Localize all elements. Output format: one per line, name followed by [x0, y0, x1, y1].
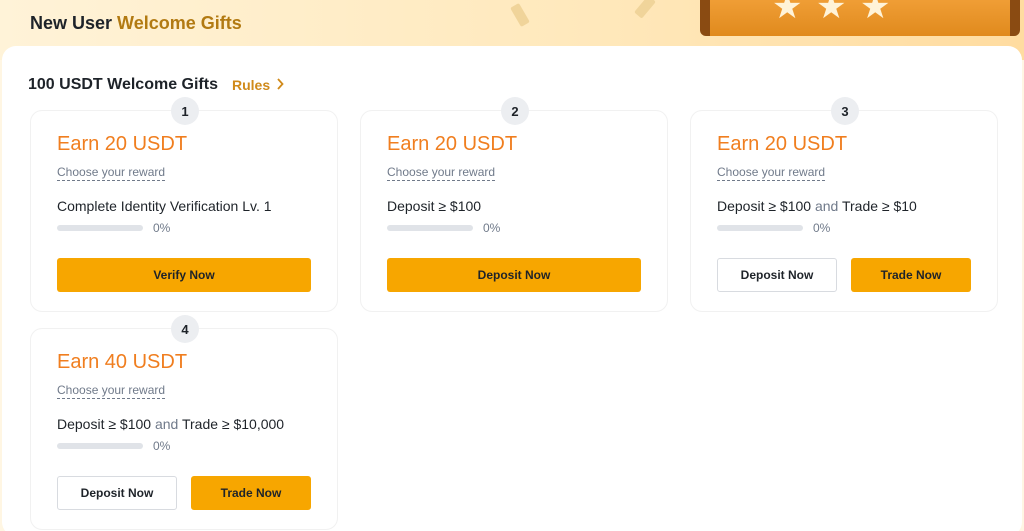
deposit-now-button[interactable]: Deposit Now	[57, 476, 177, 510]
step-badge: 3	[831, 97, 859, 125]
step-badge: 2	[501, 97, 529, 125]
section-title: 100 USDT Welcome Gifts	[28, 76, 218, 93]
banner-title-part1: New User	[30, 13, 118, 33]
banner-title: New User Welcome Gifts	[30, 13, 242, 34]
task-deposit: Deposit ≥ $100	[717, 198, 812, 214]
trade-now-button[interactable]: Trade Now	[191, 476, 311, 510]
rules-label: Rules	[231, 77, 271, 93]
task-card-1: 1 Earn 20 USDT Choose your reward Comple…	[30, 97, 338, 312]
earn-amount: Earn 20 USDT	[717, 133, 848, 155]
banner-title-part2: Welcome Gifts	[117, 13, 242, 33]
task-and: and	[154, 416, 179, 432]
task-description: Deposit ≥ $100 and Trade ≥ $10,000	[57, 416, 284, 432]
trade-now-button[interactable]: Trade Now	[851, 258, 971, 292]
confetti-decoration	[634, 0, 656, 19]
task-card-2: 2 Earn 20 USDT Choose your reward Deposi…	[360, 97, 668, 312]
step-badge: 1	[171, 97, 199, 125]
deposit-now-button[interactable]: Deposit Now	[387, 258, 641, 292]
verify-now-button[interactable]: Verify Now	[57, 258, 311, 292]
gift-box-illustration: ★ ★ ★	[700, 0, 1020, 36]
earn-amount: Earn 20 USDT	[57, 133, 188, 155]
choose-reward-link[interactable]: Choose your reward	[57, 165, 166, 181]
task-card-3: 3 Earn 20 USDT Choose your reward Deposi…	[690, 97, 998, 312]
task-description: Complete Identity Verification Lv. 1	[57, 198, 272, 214]
task-description: Deposit ≥ $100 and Trade ≥ $10	[717, 198, 917, 214]
task-card-4: 4 Earn 40 USDT Choose your reward Deposi…	[30, 315, 338, 530]
star-icon: ★	[772, 0, 803, 26]
earn-amount: Earn 20 USDT	[387, 133, 518, 155]
progress-percent: 0%	[153, 439, 171, 453]
step-badge: 4	[171, 315, 199, 343]
chevron-right-icon	[276, 77, 284, 93]
choose-reward-link[interactable]: Choose your reward	[717, 165, 826, 181]
deposit-now-button[interactable]: Deposit Now	[717, 258, 837, 292]
task-trade: Trade ≥ $10	[841, 198, 917, 214]
section-header: 100 USDT Welcome Gifts Rules	[28, 76, 284, 94]
progress-bar	[57, 443, 143, 449]
progress-bar	[717, 225, 803, 231]
progress-percent: 0%	[153, 221, 171, 235]
choose-reward-link[interactable]: Choose your reward	[57, 383, 166, 399]
confetti-decoration	[510, 2, 530, 28]
task-description: Deposit ≥ $100	[387, 198, 482, 214]
star-icon: ★	[860, 0, 891, 26]
star-icon: ★	[816, 0, 847, 26]
choose-reward-link[interactable]: Choose your reward	[387, 165, 496, 181]
progress-bar	[57, 225, 143, 231]
task-deposit: Deposit ≥ $100	[57, 416, 152, 432]
progress-bar	[387, 225, 473, 231]
earn-amount: Earn 40 USDT	[57, 351, 188, 373]
task-trade: Trade ≥ $10,000	[181, 416, 285, 432]
rules-link[interactable]: Rules	[232, 77, 284, 93]
progress-percent: 0%	[483, 221, 501, 235]
progress-percent: 0%	[813, 221, 831, 235]
task-and: and	[814, 198, 839, 214]
